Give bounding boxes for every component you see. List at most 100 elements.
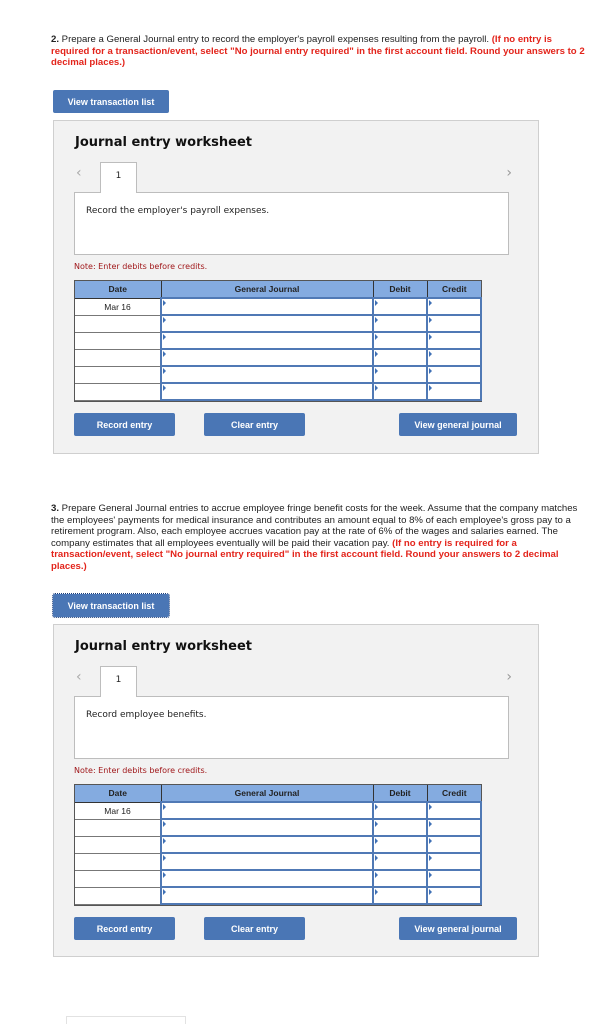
journal-entry-worksheet: Journal entry worksheet ‹ › 1 Record emp… [53,624,539,957]
table-row: Mar 16 [75,297,482,316]
table-row [75,365,482,384]
date-cell [75,349,162,367]
tab-entry-1[interactable]: 1 [100,162,137,193]
table-row [75,382,482,401]
date-cell [75,853,162,871]
account-select[interactable] [160,886,374,905]
table-row: Mar 16 [75,801,482,820]
entry-description-box: Record the employer's payroll expenses. [74,192,509,255]
chevron-left-icon[interactable]: ‹ [76,165,82,181]
column-header-general-journal: General Journal [161,785,374,803]
question-2-text: 2. Prepare a General Journal entry to re… [51,34,591,69]
debit-input[interactable] [372,382,428,401]
question-3-text: 3. Prepare General Journal entries to ac… [51,503,591,573]
date-cell [75,887,162,905]
debit-input[interactable] [372,869,428,888]
credit-input[interactable] [426,835,482,854]
view-general-journal-button[interactable]: View general journal [399,413,517,436]
journal-entry-worksheet: Journal entry worksheet ‹ › 1 Record the… [53,120,539,454]
account-select[interactable] [160,801,374,820]
account-select[interactable] [160,365,374,384]
table-row [75,886,482,905]
date-cell [75,819,162,837]
column-header-debit: Debit [373,281,428,299]
account-select[interactable] [160,382,374,401]
clear-entry-button[interactable]: Clear entry [204,917,305,940]
credit-input[interactable] [426,382,482,401]
column-header-general-journal: General Journal [161,281,374,299]
credit-input[interactable] [426,852,482,871]
debit-input[interactable] [372,818,428,837]
date-cell: Mar 16 [75,802,162,820]
credit-input[interactable] [426,801,482,820]
account-select[interactable] [160,852,374,871]
tab-entry-1[interactable]: 1 [100,666,137,697]
chevron-right-icon[interactable]: › [506,165,512,181]
table-row [75,835,482,854]
column-header-debit: Debit [373,785,428,803]
column-header-date: Date [75,785,162,803]
table-row [75,852,482,871]
question-body: Prepare a General Journal entry to recor… [59,34,492,45]
date-cell [75,332,162,350]
account-select[interactable] [160,331,374,350]
entry-description: Record employee benefits. [86,710,207,720]
record-entry-button[interactable]: Record entry [74,413,175,436]
record-entry-button[interactable]: Record entry [74,917,175,940]
debit-input[interactable] [372,852,428,871]
column-header-credit: Credit [427,785,481,803]
table-row [75,331,482,350]
debit-input[interactable] [372,801,428,820]
question-number: 2. [51,34,60,45]
view-transaction-list-button[interactable]: View transaction list [53,90,169,113]
entry-description: Record the employer's payroll expenses. [86,206,270,216]
credit-input[interactable] [426,348,482,367]
worksheet-title: Journal entry worksheet [75,135,252,150]
chevron-right-icon[interactable]: › [506,669,512,685]
credit-input[interactable] [426,331,482,350]
debits-note: Note: Enter debits before credits. [74,262,208,271]
account-select[interactable] [160,869,374,888]
date-cell: Mar 16 [75,298,162,316]
table-row [75,818,482,837]
table-row [75,869,482,888]
worksheet-title: Journal entry worksheet [75,639,252,654]
account-select[interactable] [160,348,374,367]
chevron-left-icon[interactable]: ‹ [76,669,82,685]
table-row [75,348,482,367]
column-header-credit: Credit [427,281,481,299]
clear-entry-button[interactable]: Clear entry [204,413,305,436]
credit-input[interactable] [426,365,482,384]
table-row [75,314,482,333]
column-header-date: Date [75,281,162,299]
question-number: 3. [51,503,60,514]
account-select[interactable] [160,314,374,333]
debit-input[interactable] [372,348,428,367]
view-transaction-list-button[interactable]: View transaction list [52,593,170,618]
credit-input[interactable] [426,314,482,333]
date-cell [75,383,162,401]
date-cell [75,315,162,333]
credit-input[interactable] [426,869,482,888]
credit-input[interactable] [426,297,482,316]
debit-input[interactable] [372,365,428,384]
credit-input[interactable] [426,818,482,837]
debit-input[interactable] [372,297,428,316]
debit-input[interactable] [372,835,428,854]
journal-table: Date General Journal Debit Credit Mar 16 [74,280,482,402]
next-section-edge [66,1016,186,1024]
journal-table: Date General Journal Debit Credit Mar 16 [74,784,482,906]
credit-input[interactable] [426,886,482,905]
debit-input[interactable] [372,886,428,905]
account-select[interactable] [160,818,374,837]
date-cell [75,836,162,854]
debits-note: Note: Enter debits before credits. [74,766,208,775]
entry-description-box: Record employee benefits. [74,696,509,759]
debit-input[interactable] [372,331,428,350]
debit-input[interactable] [372,314,428,333]
view-general-journal-button[interactable]: View general journal [399,917,517,940]
account-select[interactable] [160,297,374,316]
account-select[interactable] [160,835,374,854]
date-cell [75,366,162,384]
date-cell [75,870,162,888]
